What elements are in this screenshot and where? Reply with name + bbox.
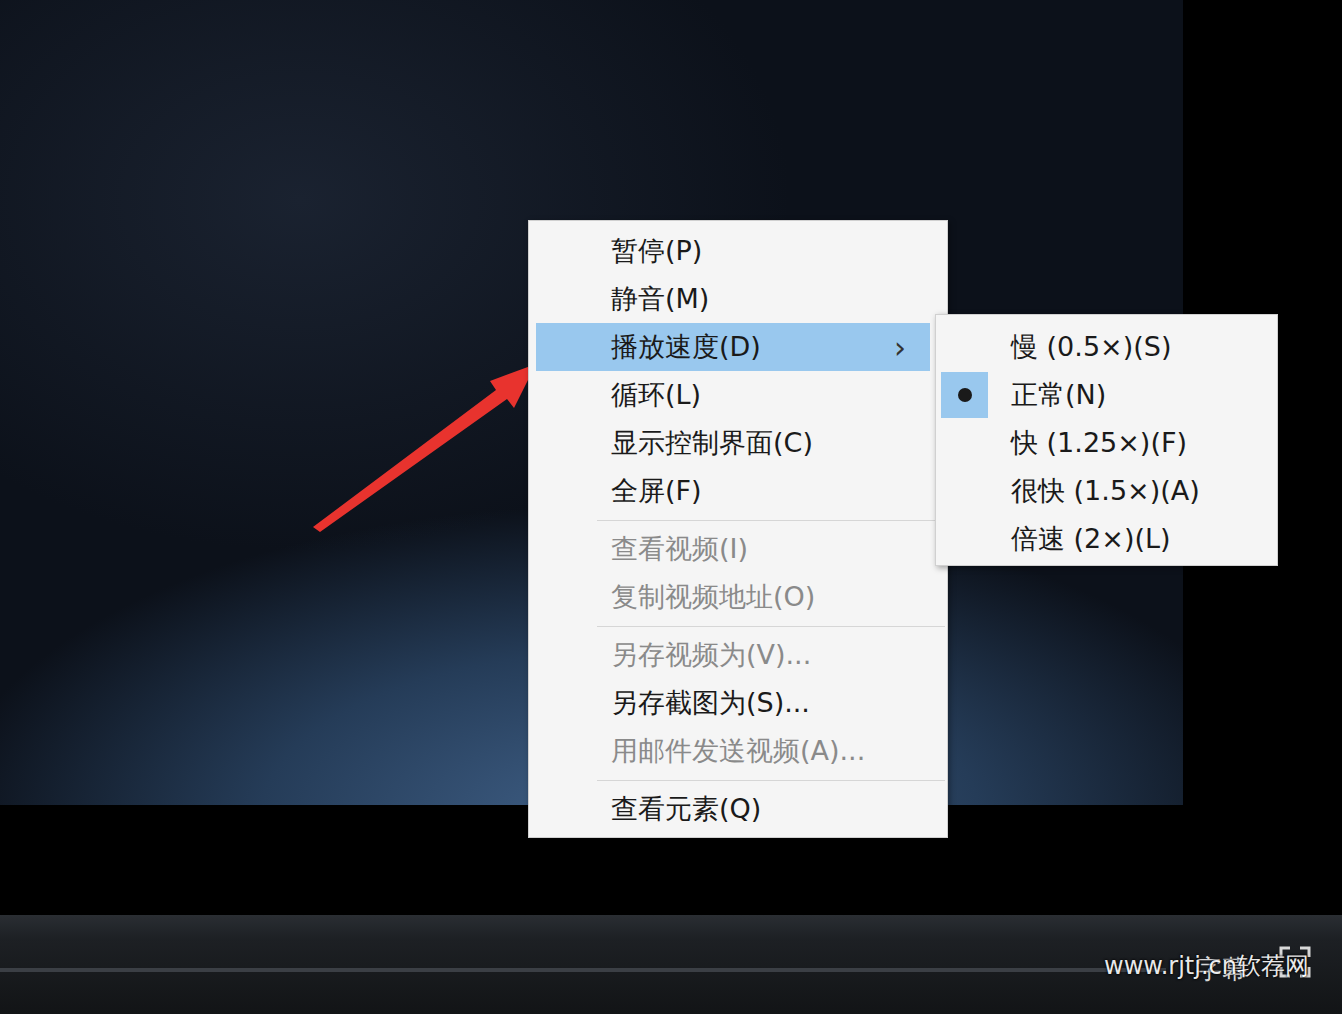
- selected-dot-icon: [958, 388, 972, 402]
- menu-item-label: 查看元素(Q): [611, 791, 906, 827]
- speed-option[interactable]: 正常(N): [936, 371, 1277, 419]
- menu-item[interactable]: 循环(L): [536, 371, 930, 419]
- speed-option[interactable]: 很快 (1.5×)(A): [936, 467, 1277, 515]
- menu-item-label: 复制视频地址(O): [611, 579, 906, 615]
- menu-item[interactable]: 暂停(P): [536, 227, 930, 275]
- menu-item[interactable]: 全屏(F): [536, 467, 930, 515]
- menu-item-label: 另存视频为(V)...: [611, 637, 906, 673]
- speed-option-label: 快 (1.25×)(F): [1011, 425, 1187, 461]
- separator-line: [597, 520, 945, 521]
- speed-option-label: 正常(N): [1011, 377, 1106, 413]
- menu-item[interactable]: 显示控制界面(C): [536, 419, 930, 467]
- menu-item: 另存视频为(V)...: [536, 631, 930, 679]
- speed-option-label: 慢 (0.5×)(S): [1011, 329, 1171, 365]
- menu-item: 复制视频地址(O): [536, 573, 930, 621]
- menu-separator: [597, 775, 945, 785]
- menu-item[interactable]: 另存截图为(S)...: [536, 679, 930, 727]
- speed-option[interactable]: 慢 (0.5×)(S): [936, 323, 1277, 371]
- speed-option[interactable]: 快 (1.25×)(F): [936, 419, 1277, 467]
- menu-separator: [597, 621, 945, 631]
- menu-item-label: 另存截图为(S)...: [611, 685, 906, 721]
- submenu-arrow-icon: ›: [894, 330, 906, 365]
- menu-item: 用邮件发送视频(A)...: [536, 727, 930, 775]
- progress-track[interactable]: [0, 968, 1166, 972]
- menu-item-label: 播放速度(D): [611, 329, 894, 365]
- menu-item[interactable]: 查看元素(Q): [536, 785, 930, 833]
- annotation-arrow-icon: [300, 350, 550, 540]
- speed-submenu: 慢 (0.5×)(S) 正常(N) 快 (1.25×)(F) 很快 (1.5×)(A)…: [935, 314, 1278, 566]
- menu-item-label: 暂停(P): [611, 233, 906, 269]
- speed-option-label: 很快 (1.5×)(A): [1011, 473, 1200, 509]
- menu-item-label: 静音(M): [611, 281, 906, 317]
- context-menu: 暂停(P) 静音(M) 播放速度(D)› 循环(L) 显示控制界面(C) 全屏(F) 查看视…: [528, 220, 948, 838]
- radio-mark: [941, 372, 988, 418]
- menu-separator: [597, 515, 945, 525]
- menu-item[interactable]: 静音(M): [536, 275, 930, 323]
- menu-item-label: 查看视频(I): [611, 531, 906, 567]
- menu-item-label: 全屏(F): [611, 473, 906, 509]
- separator-line: [597, 626, 945, 627]
- menu-item-label: 循环(L): [611, 377, 906, 413]
- menu-item-label: 用邮件发送视频(A)...: [611, 733, 906, 769]
- menu-item[interactable]: 播放速度(D)›: [536, 323, 930, 371]
- speed-option[interactable]: 倍速 (2×)(L): [936, 515, 1277, 563]
- watermark: www.rjtj.cn软荐网: [1104, 950, 1309, 982]
- separator-line: [597, 780, 945, 781]
- menu-item: 查看视频(I): [536, 525, 930, 573]
- speed-option-label: 倍速 (2×)(L): [1011, 521, 1171, 557]
- menu-item-label: 显示控制界面(C): [611, 425, 906, 461]
